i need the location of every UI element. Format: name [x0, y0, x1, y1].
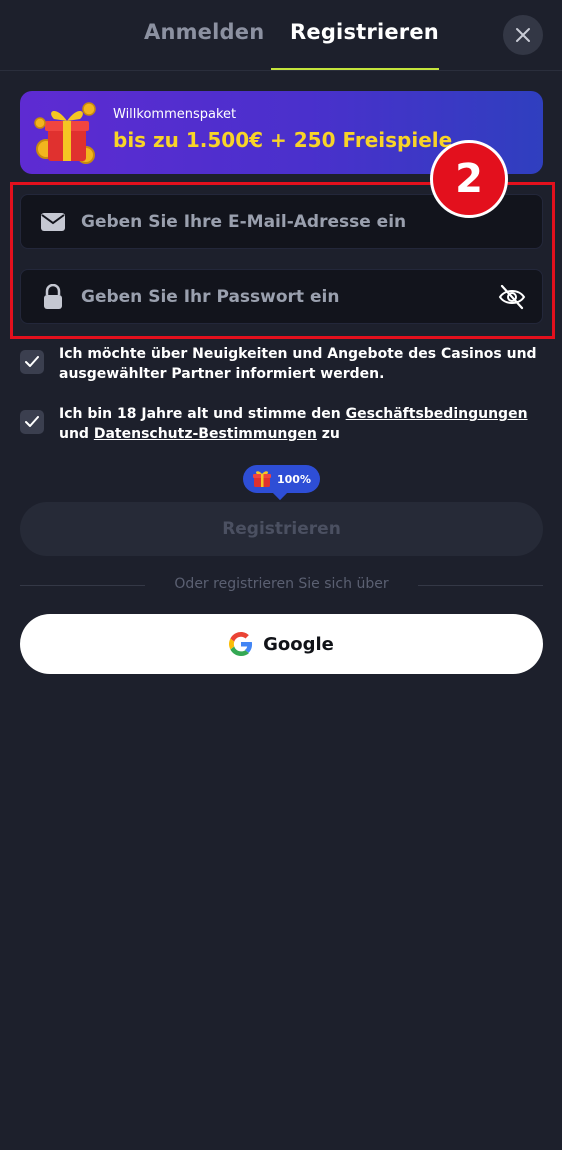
divider-text: Oder registrieren Sie sich über	[174, 576, 389, 592]
terms-middle: und	[59, 426, 94, 442]
registration-screen: Anmelden Registrieren Willkommenspaket b…	[0, 0, 562, 1150]
checkmark-icon	[25, 416, 39, 427]
terms-suffix: zu	[316, 426, 340, 442]
google-signup-button[interactable]: Google	[20, 614, 543, 674]
close-button[interactable]	[503, 15, 543, 55]
promo-title: bis zu 1.500€ + 250 Freispiele	[113, 128, 453, 152]
close-icon	[516, 28, 530, 42]
checkmark-icon	[25, 356, 39, 367]
bonus-progress-label: 100%	[277, 472, 311, 486]
promo-subtitle: Willkommenspaket	[113, 107, 237, 122]
terms-prefix: Ich bin 18 Jahre alt und stimme den	[59, 406, 346, 422]
terms-consent-text: Ich bin 18 Jahre alt und stimme den Gesc…	[59, 404, 549, 444]
tab-register[interactable]: Registrieren	[290, 20, 439, 44]
terms-checkbox[interactable]	[20, 410, 44, 434]
tab-login[interactable]: Anmelden	[144, 20, 264, 44]
register-button[interactable]: Registrieren	[20, 502, 543, 556]
bonus-progress-pill: 100%	[243, 465, 320, 493]
social-divider: Oder registrieren Sie sich über	[20, 576, 543, 596]
newsletter-checkbox[interactable]	[20, 350, 44, 374]
google-button-label: Google	[263, 633, 334, 655]
privacy-link[interactable]: Datenschutz-Bestimmungen	[94, 426, 317, 442]
gift-icon	[34, 102, 96, 164]
auth-tabs-header: Anmelden Registrieren	[0, 0, 562, 71]
annotation-step-badge: 2	[430, 140, 508, 218]
divider-line-right	[418, 585, 543, 586]
gift-icon	[253, 471, 271, 487]
active-tab-indicator	[271, 68, 439, 70]
google-icon	[229, 632, 253, 656]
terms-link[interactable]: Geschäftsbedingungen	[346, 406, 528, 422]
newsletter-consent-text: Ich möchte über Neuigkeiten und Angebote…	[59, 346, 537, 382]
